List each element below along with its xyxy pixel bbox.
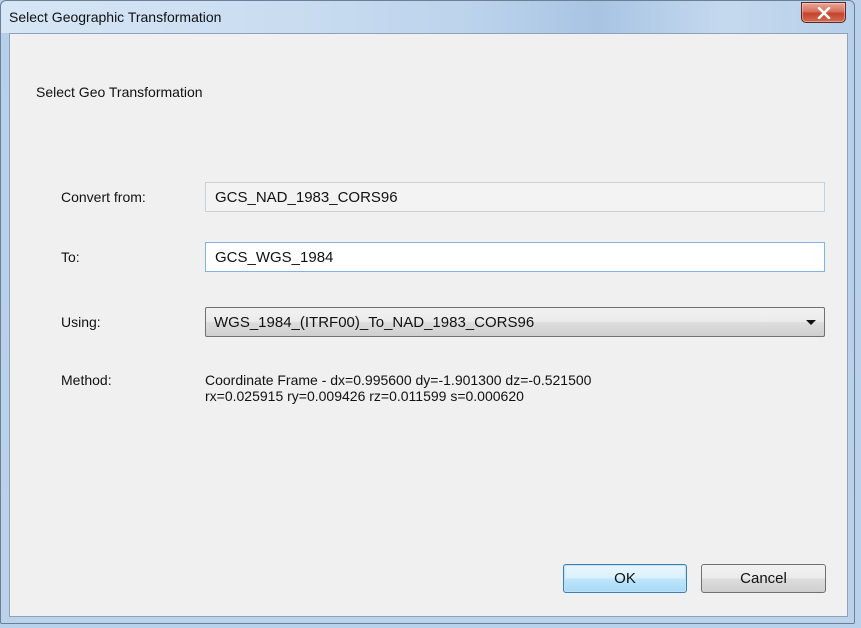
close-icon <box>817 6 830 19</box>
chevron-down-icon <box>806 320 816 325</box>
method-label: Method: <box>61 372 112 388</box>
to-field[interactable] <box>205 242 825 272</box>
ok-button[interactable]: OK <box>563 564 687 593</box>
close-button[interactable] <box>801 2 846 23</box>
to-label: To: <box>61 249 80 265</box>
window-title: Select Geographic Transformation <box>9 9 222 25</box>
dialog-caption: Select Geo Transformation <box>36 84 203 100</box>
method-line-1: Coordinate Frame - dx=0.995600 dy=-1.901… <box>205 372 592 388</box>
convert-from-field[interactable] <box>205 182 825 212</box>
using-label: Using: <box>61 314 101 330</box>
convert-from-label: Convert from: <box>61 189 146 205</box>
dialog-window: Select Geographic Transformation Select … <box>0 0 855 624</box>
dialog-body: Select Geo Transformation Convert from: … <box>9 33 848 617</box>
using-select[interactable]: WGS_1984_(ITRF00)_To_NAD_1983_CORS96 <box>205 307 825 337</box>
using-select-value: WGS_1984_(ITRF00)_To_NAD_1983_CORS96 <box>214 314 535 331</box>
method-description: Coordinate Frame - dx=0.995600 dy=-1.901… <box>205 372 591 404</box>
title-bar[interactable]: Select Geographic Transformation <box>1 1 854 33</box>
method-line-2: rx=0.025915 ry=0.009426 rz=0.011599 s=0.… <box>205 388 524 404</box>
cancel-button[interactable]: Cancel <box>701 564 826 593</box>
